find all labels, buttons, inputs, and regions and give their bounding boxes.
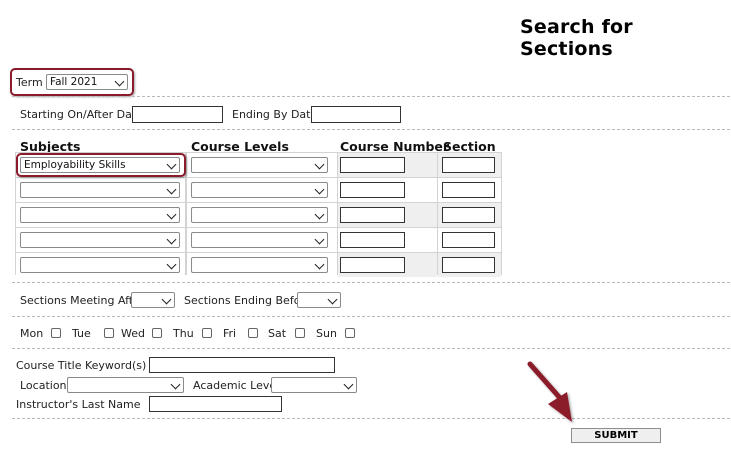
day-checkbox[interactable] — [51, 328, 61, 338]
grid-cell — [338, 253, 437, 277]
subject-select[interactable] — [20, 207, 180, 223]
section-input[interactable] — [442, 182, 495, 198]
term-label: Term — [16, 76, 43, 89]
grid-cell — [338, 178, 437, 202]
chevron-down-icon — [166, 209, 177, 220]
location-select[interactable] — [67, 377, 184, 393]
divider — [12, 418, 730, 419]
chevron-down-icon — [314, 159, 325, 170]
course-number-input[interactable] — [340, 257, 405, 273]
academic-level-select[interactable] — [271, 377, 357, 393]
chevron-down-icon — [166, 184, 177, 195]
day-label: Mon — [20, 327, 44, 340]
ending-before-select[interactable] — [297, 292, 341, 308]
grid-cell — [187, 153, 337, 177]
page-title: Search for Sections — [520, 16, 633, 60]
meeting-after-label: Sections Meeting After — [20, 294, 145, 307]
course-number-input[interactable] — [340, 182, 405, 198]
course-number-input[interactable] — [340, 207, 405, 223]
divider — [12, 129, 730, 130]
end-date-input[interactable] — [311, 106, 401, 123]
instructor-label: Instructor's Last Name — [16, 398, 141, 411]
grid-cell — [438, 228, 501, 252]
divider — [12, 316, 730, 317]
end-date-label: Ending By Date — [232, 108, 318, 121]
chevron-down-icon — [166, 234, 177, 245]
section-input[interactable] — [442, 157, 495, 173]
day-label: Sun — [316, 327, 337, 340]
subject-select[interactable] — [20, 232, 180, 248]
divider — [12, 96, 730, 97]
course-number-input[interactable] — [340, 157, 405, 173]
chevron-down-icon — [314, 259, 325, 270]
meeting-after-select[interactable] — [131, 292, 175, 308]
chevron-down-icon — [314, 184, 325, 195]
grid-cell — [16, 178, 185, 202]
grid-cell — [438, 203, 501, 227]
day-checkbox[interactable] — [345, 328, 355, 338]
grid-cell — [16, 203, 185, 227]
grid-cell — [187, 203, 337, 227]
grid-cell — [16, 228, 185, 252]
day-label: Fri — [223, 327, 237, 340]
location-label: Location — [20, 379, 67, 392]
grid-cell — [438, 253, 501, 277]
submit-button[interactable]: SUBMIT — [571, 428, 661, 443]
day-checkbox[interactable] — [104, 328, 114, 338]
grid-cell — [187, 228, 337, 252]
section-input[interactable] — [442, 207, 495, 223]
grid-cell — [338, 153, 437, 177]
day-label: Thu — [173, 327, 194, 340]
start-date-label: Starting On/After Date — [20, 108, 143, 121]
day-checkbox[interactable] — [295, 328, 305, 338]
chevron-down-icon — [327, 294, 338, 305]
day-label: Sat — [268, 327, 287, 340]
day-label: Tue — [72, 327, 91, 340]
day-label: Wed — [121, 327, 145, 340]
chevron-down-icon — [161, 294, 172, 305]
chevron-down-icon — [314, 209, 325, 220]
day-checkbox[interactable] — [202, 328, 212, 338]
ending-before-label: Sections Ending Before — [184, 294, 312, 307]
chevron-down-icon — [166, 259, 177, 270]
course-level-select[interactable] — [191, 157, 328, 173]
chevron-down-icon — [314, 234, 325, 245]
subject-highlight — [16, 153, 186, 177]
chevron-down-icon — [170, 379, 181, 390]
start-date-input[interactable] — [132, 106, 223, 123]
term-value: Fall 2021 — [50, 76, 98, 88]
grid-cell — [16, 253, 185, 277]
course-level-select[interactable] — [191, 182, 328, 198]
subject-select[interactable] — [20, 182, 180, 198]
section-input[interactable] — [442, 232, 495, 248]
course-number-input[interactable] — [340, 232, 405, 248]
arrow-icon — [527, 361, 572, 422]
term-select[interactable]: Fall 2021 — [46, 74, 128, 90]
grid-cell — [338, 228, 437, 252]
keyword-label: Course Title Keyword(s) — [16, 359, 147, 372]
grid-cell — [187, 178, 337, 202]
grid-cell — [338, 203, 437, 227]
divider — [12, 348, 730, 349]
divider — [12, 282, 730, 283]
keyword-input[interactable] — [149, 357, 335, 373]
section-input[interactable] — [442, 257, 495, 273]
grid-cell — [438, 178, 501, 202]
course-level-select[interactable] — [191, 232, 328, 248]
day-checkbox[interactable] — [248, 328, 258, 338]
day-checkbox[interactable] — [152, 328, 162, 338]
chevron-down-icon — [343, 379, 354, 390]
instructor-input[interactable] — [149, 396, 282, 412]
grid-cell — [438, 153, 501, 177]
grid-cell — [187, 253, 337, 277]
chevron-down-icon — [114, 76, 125, 87]
course-level-select[interactable] — [191, 257, 328, 273]
course-level-select[interactable] — [191, 207, 328, 223]
subject-select[interactable] — [20, 257, 180, 273]
academic-level-label: Academic Level — [193, 379, 280, 392]
